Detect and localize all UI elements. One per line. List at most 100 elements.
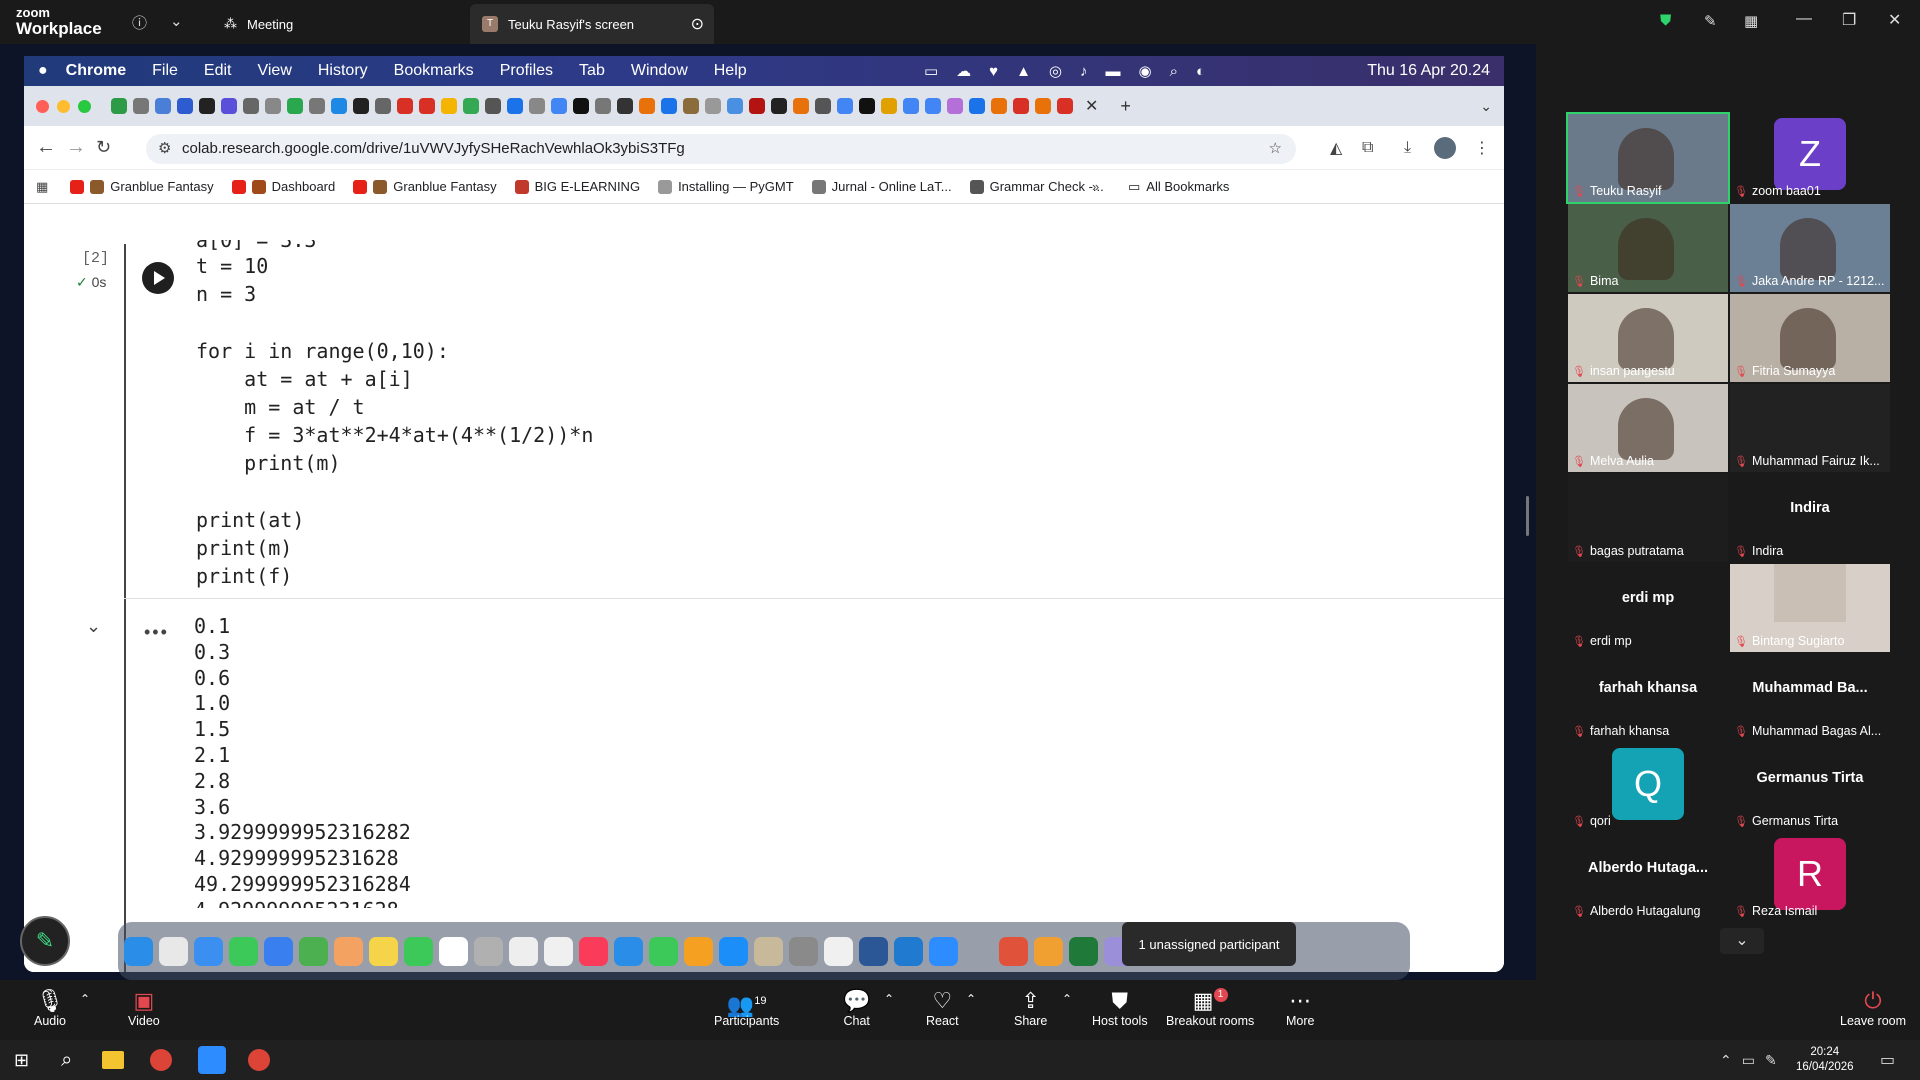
vscode-icon[interactable] [894,936,923,966]
minimize-window-dot[interactable] [57,99,70,113]
participant-tile[interactable]: 🎙 insan pangestu [1568,294,1728,382]
bookmark-1[interactable]: Granblue Fantasy [70,179,214,194]
participant-tile[interactable]: Q 🎙 qori [1568,744,1728,832]
bookmark-2[interactable]: Dashboard [231,179,335,194]
bookmark-star-icon[interactable]: ☆ [1269,134,1282,164]
profile-avatar[interactable] [1434,136,1456,159]
chrome-dock-icon[interactable] [824,936,853,966]
chevron-down-icon[interactable]: ⌄ [170,12,183,30]
finder-icon[interactable] [124,936,153,966]
share-options-icon[interactable]: ⌃ [1062,992,1072,1006]
search-icon[interactable]: ⌕ [61,1049,72,1072]
bookmark-4[interactable]: BIG E-LEARNING [514,179,640,194]
menu-window[interactable]: Window [631,62,688,80]
zoom-window-dot[interactable] [78,99,91,113]
freeform-icon[interactable] [544,936,573,966]
chat-options-icon[interactable]: ⌃ [884,992,894,1006]
tab-search-icon[interactable]: ⌄ [1480,98,1492,115]
minimize-icon[interactable]: — [1796,10,1812,28]
gallery-resize-handle[interactable] [1526,496,1529,536]
info-icon[interactable]: ⓘ [132,12,147,33]
tray-icons[interactable]: ⌃▭✎ [1720,1052,1787,1069]
menu-profiles[interactable]: Profiles [500,62,553,80]
participant-tile[interactable]: Alberdo Hutaga... 🎙 Alberdo Hutagalung [1568,834,1728,922]
more-options-icon[interactable]: ⊙ [691,14,704,34]
participant-tile[interactable]: 🎙 Jaka Andre RP - 1212... [1730,204,1890,292]
more-bookmarks-icon[interactable]: » [1092,179,1099,194]
forward-icon[interactable]: → [66,136,86,159]
reload-icon[interactable]: ↻ [96,137,111,158]
maps-icon[interactable] [299,936,328,966]
participant-tile[interactable]: Germanus Tirta 🎙 Germanus Tirta [1730,744,1890,832]
back-icon[interactable]: ← [36,136,56,159]
notifications-icon[interactable]: ▭ [1880,1050,1895,1070]
participant-tile[interactable]: 🎙 Fitria Sumayya [1730,294,1890,382]
chat-button[interactable]: 💬 Chat [843,988,870,1028]
participant-tile[interactable]: erdi mp 🎙 erdi mp [1568,564,1728,652]
share-button[interactable]: ⇪ Share [1014,988,1047,1028]
participant-tile[interactable]: 🎙 Bima [1568,204,1728,292]
participant-tile[interactable]: 🎙 Teuku Rasyif [1566,112,1730,204]
annotation-pen-button[interactable]: ✎ [20,916,70,966]
collapse-output-icon[interactable]: ⌄ [86,616,101,637]
restore-icon[interactable]: ❐ [1842,10,1856,30]
bookmark-5[interactable]: Installing — PyGMT [658,179,794,194]
reminders-icon[interactable] [509,936,538,966]
zoom-taskbar-icon[interactable] [198,1046,227,1074]
numbers-icon[interactable] [649,936,678,966]
zoom-dock-icon[interactable] [929,936,958,966]
close-tab-icon[interactable]: ✕ [1085,96,1098,116]
word-icon[interactable] [859,936,888,966]
bookmark-7[interactable]: Grammar Check -... [969,179,1104,194]
all-bookmarks[interactable]: ▭ All Bookmarks [1128,179,1229,195]
file-explorer-icon[interactable] [102,1051,125,1069]
output-actions-icon[interactable]: ••• [144,622,169,643]
layout-icon[interactable]: ▦ [1744,12,1758,30]
participant-tile[interactable]: R 🎙 Reza Ismail [1730,834,1890,922]
chrome-taskbar-icon-2[interactable] [248,1049,271,1071]
participant-tile[interactable]: 🎙 Muhammad Fairuz Ik... [1730,384,1890,472]
extension-icon[interactable]: ◭ [1330,138,1342,158]
menu-file[interactable]: File [152,62,178,80]
menu-view[interactable]: View [257,62,291,80]
appstore-icon[interactable] [719,936,748,966]
menu-chrome[interactable]: Chrome [66,62,126,80]
music-icon[interactable] [579,936,608,966]
pinned-tab-favicons[interactable] [111,98,1073,114]
participant-tile[interactable]: Muhammad Ba... 🎙 Muhammad Bagas Al... [1730,654,1890,742]
video-button[interactable]: ▣ Video [128,988,160,1028]
tab-shared-screen[interactable]: T Teuku Rasyif's screen ⊙ [470,4,714,44]
participant-tile[interactable]: 🎙 Bintang Sugiarto [1730,564,1890,652]
app-icon-1[interactable] [999,936,1028,966]
leave-room-button[interactable]: ⏻ Leave room [1840,988,1906,1028]
breakout-rooms-button[interactable]: ▦ 1 Breakout rooms [1166,988,1254,1028]
menu-history[interactable]: History [318,62,368,80]
react-options-icon[interactable]: ⌃ [966,992,976,1006]
apple-icon[interactable]: ● [38,62,48,80]
system-clock[interactable]: 20:24 16/04/2026 [1796,1045,1854,1075]
app-icon-2[interactable] [1034,936,1063,966]
pages-icon[interactable] [684,936,713,966]
address-bar[interactable]: ⚙ colab.research.google.com/drive/1uVWVJ… [146,134,1296,164]
apps-grid-icon[interactable]: ▦ [36,179,48,195]
close-icon[interactable]: ✕ [1888,10,1901,30]
site-info-icon[interactable]: ⚙ [158,134,171,164]
code-editor[interactable]: a[0] = 3.3 t = 10 n = 3 for i in range(0,1… [196,240,593,590]
menu-bookmarks[interactable]: Bookmarks [394,62,474,80]
annotate-icon[interactable]: ✎ [1704,12,1717,30]
close-window-dot[interactable] [36,99,49,113]
react-button[interactable]: ♡ React [926,988,959,1028]
mail-icon[interactable] [264,936,293,966]
gallery-scroll-down-icon[interactable]: ⌄ [1720,928,1764,954]
notes-icon[interactable] [369,936,398,966]
chrome-taskbar-icon[interactable] [150,1049,173,1071]
participant-tile[interactable]: 🎙 bagas putratama [1568,474,1728,562]
kebab-menu-icon[interactable]: ⋮ [1474,138,1490,158]
windows-start-icon[interactable]: ⊞ [14,1050,29,1071]
audio-options-icon[interactable]: ⌃ [80,992,90,1006]
contacts-icon[interactable] [474,936,503,966]
tab-meeting[interactable]: ⁂ Meeting [210,4,460,44]
participant-tile[interactable]: farhah khansa 🎙 farhah khansa [1568,654,1728,742]
menu-help[interactable]: Help [714,62,747,80]
excel-icon[interactable] [1069,936,1098,966]
